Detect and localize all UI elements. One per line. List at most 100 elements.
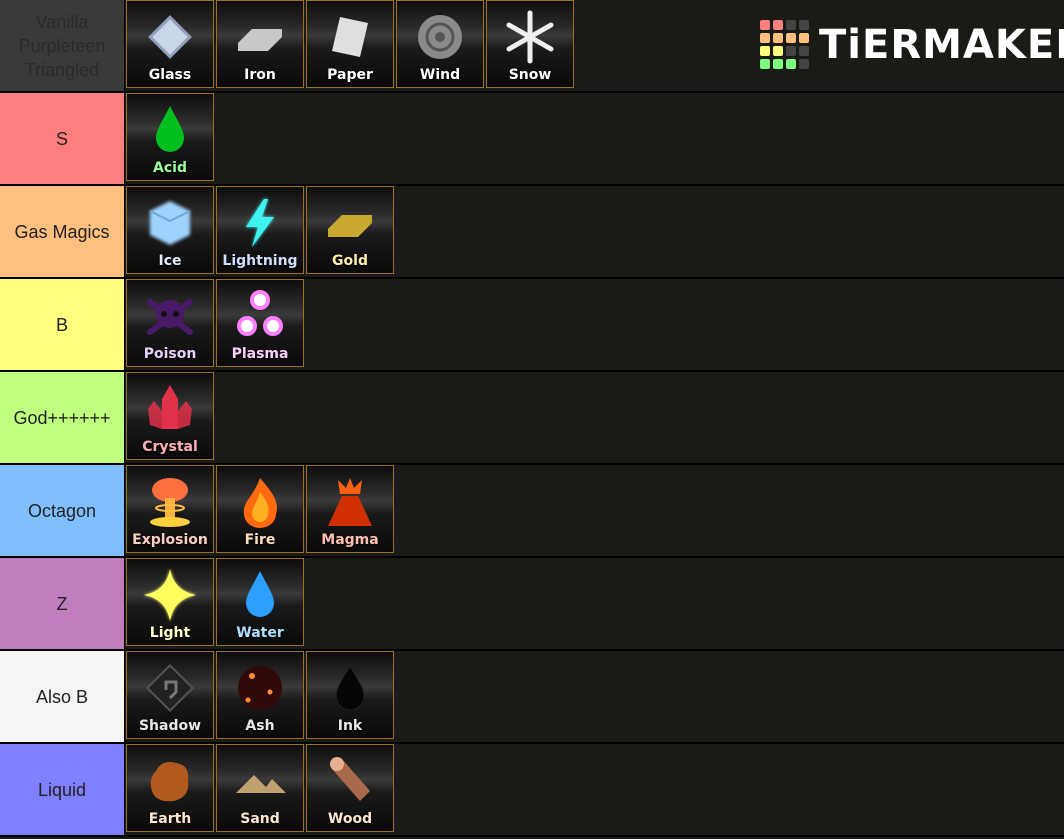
tier-item-wood[interactable]: Wood xyxy=(306,744,394,832)
tier-item-name: Light xyxy=(149,625,191,641)
tier-label[interactable]: Also B xyxy=(0,651,125,742)
tier-item-name: Water xyxy=(236,625,284,641)
tier-items[interactable]: Poison Plasma xyxy=(125,279,306,370)
iron-ingot-icon xyxy=(230,7,290,67)
tier-item-fire[interactable]: Fire xyxy=(216,465,304,553)
dunes-icon xyxy=(230,751,290,811)
tier-row: Gas Magics Ice Lightning Gold xyxy=(0,186,1064,279)
tier-item-crystal[interactable]: Crystal xyxy=(126,372,214,460)
tier-item-magma[interactable]: Magma xyxy=(306,465,394,553)
tier-label[interactable]: S xyxy=(0,93,125,184)
tier-item-glass[interactable]: Glass xyxy=(126,0,214,88)
tier-label[interactable]: Liquid xyxy=(0,744,125,835)
tier-item-plasma[interactable]: Plasma xyxy=(216,279,304,367)
tier-row: Liquid Earth Sand Wood xyxy=(0,744,1064,837)
logo-grid-cell xyxy=(786,33,796,43)
logo-grid-cell xyxy=(786,20,796,30)
tier-item-iron[interactable]: Iron xyxy=(216,0,304,88)
tier-label[interactable]: Gas Magics xyxy=(0,186,125,277)
logo-grid-cell xyxy=(773,59,783,69)
crystal-icon xyxy=(140,379,200,439)
spiral-icon xyxy=(410,7,470,67)
tier-label[interactable]: Octagon xyxy=(0,465,125,556)
tier-items[interactable]: Crystal xyxy=(125,372,216,463)
logo-grid-cell xyxy=(799,20,809,30)
gold-ingot-icon xyxy=(320,193,380,253)
ice-cube-icon xyxy=(140,193,200,253)
tier-item-lightning[interactable]: Lightning xyxy=(216,186,304,274)
tier-item-ice[interactable]: Ice xyxy=(126,186,214,274)
tier-row: Z Light Water xyxy=(0,558,1064,651)
tier-item-gold[interactable]: Gold xyxy=(306,186,394,274)
tier-row: S Acid xyxy=(0,93,1064,186)
tier-item-name: Wood xyxy=(327,811,373,827)
logo-grid-cell xyxy=(773,20,783,30)
tier-item-name: Gold xyxy=(332,253,368,269)
glass-diamond-icon xyxy=(140,7,200,67)
tier-list-board: Vanilla Purpleteen Triangled Glass Iron Pap… xyxy=(0,0,1064,837)
tier-item-explosion[interactable]: Explosion xyxy=(126,465,214,553)
tier-item-paper[interactable]: Paper xyxy=(306,0,394,88)
tier-label[interactable]: Vanilla Purpleteen Triangled xyxy=(0,0,125,91)
tier-item-sand[interactable]: Sand xyxy=(216,744,304,832)
tier-item-name: Poison xyxy=(143,346,197,362)
tier-item-name: Magma xyxy=(321,532,379,548)
tier-items[interactable]: Light Water xyxy=(125,558,306,649)
tier-item-water[interactable]: Water xyxy=(216,558,304,646)
tier-items[interactable]: Shadow Ash Ink xyxy=(125,651,396,742)
tier-item-ink[interactable]: Ink xyxy=(306,651,394,739)
logo-grid-cell xyxy=(799,33,809,43)
logo-grid-cell xyxy=(786,59,796,69)
mushroom-cloud-icon xyxy=(140,472,200,532)
logo-grid-icon xyxy=(760,20,809,69)
tier-items[interactable]: Ice Lightning Gold xyxy=(125,186,396,277)
tier-label[interactable]: God++++++ xyxy=(0,372,125,463)
logo-grid-cell xyxy=(760,59,770,69)
tier-item-name: Wind xyxy=(419,67,461,83)
tier-item-shadow[interactable]: Shadow xyxy=(126,651,214,739)
tier-item-snow[interactable]: Snow xyxy=(486,0,574,88)
tier-item-name: Explosion xyxy=(132,532,208,548)
tier-item-ash[interactable]: Ash xyxy=(216,651,304,739)
tier-item-name: Ice xyxy=(158,253,182,269)
tier-item-name: Ash xyxy=(245,718,275,734)
tiermaker-logo[interactable]: TiERMAKER xyxy=(760,20,1064,69)
tier-item-light[interactable]: Light xyxy=(126,558,214,646)
plasma-orbs-icon xyxy=(230,286,290,346)
tier-item-name: Iron xyxy=(244,67,276,83)
tier-item-earth[interactable]: Earth xyxy=(126,744,214,832)
logo-grid-cell xyxy=(760,46,770,56)
volcano-icon xyxy=(320,472,380,532)
rock-icon xyxy=(140,751,200,811)
tier-item-wind[interactable]: Wind xyxy=(396,0,484,88)
ash-embers-icon xyxy=(230,658,290,718)
tier-item-name: Snow xyxy=(508,67,552,83)
sparkle-icon xyxy=(140,565,200,625)
logo-grid-cell xyxy=(786,46,796,56)
ink-drop-icon xyxy=(320,658,380,718)
tier-items[interactable]: Explosion Fire Magma xyxy=(125,465,396,556)
tier-item-name: Fire xyxy=(244,532,276,548)
tier-row: God++++++ Crystal xyxy=(0,372,1064,465)
tier-items[interactable]: Earth Sand Wood xyxy=(125,744,396,835)
snowflake-icon xyxy=(500,7,560,67)
tier-item-name: Plasma xyxy=(231,346,289,362)
tier-item-acid[interactable]: Acid xyxy=(126,93,214,181)
tier-items[interactable]: Glass Iron Paper Wind Snow xyxy=(125,0,576,91)
tier-label[interactable]: B xyxy=(0,279,125,370)
tier-item-poison[interactable]: Poison xyxy=(126,279,214,367)
logo-grid-cell xyxy=(773,46,783,56)
droplet-icon xyxy=(230,565,290,625)
tier-label[interactable]: Z xyxy=(0,558,125,649)
logo-text: TiERMAKER xyxy=(819,21,1064,68)
logo-grid-cell xyxy=(799,46,809,56)
flame-icon xyxy=(230,472,290,532)
tier-item-name: Glass xyxy=(148,67,192,83)
tier-item-name: Acid xyxy=(153,160,187,176)
tier-item-name: Lightning xyxy=(222,253,298,269)
tier-items[interactable]: Acid xyxy=(125,93,216,184)
lightning-icon xyxy=(230,193,290,253)
tier-item-name: Crystal xyxy=(142,439,198,455)
shadow-swirl-icon xyxy=(140,658,200,718)
tier-row: Also B Shadow Ash Ink xyxy=(0,651,1064,744)
